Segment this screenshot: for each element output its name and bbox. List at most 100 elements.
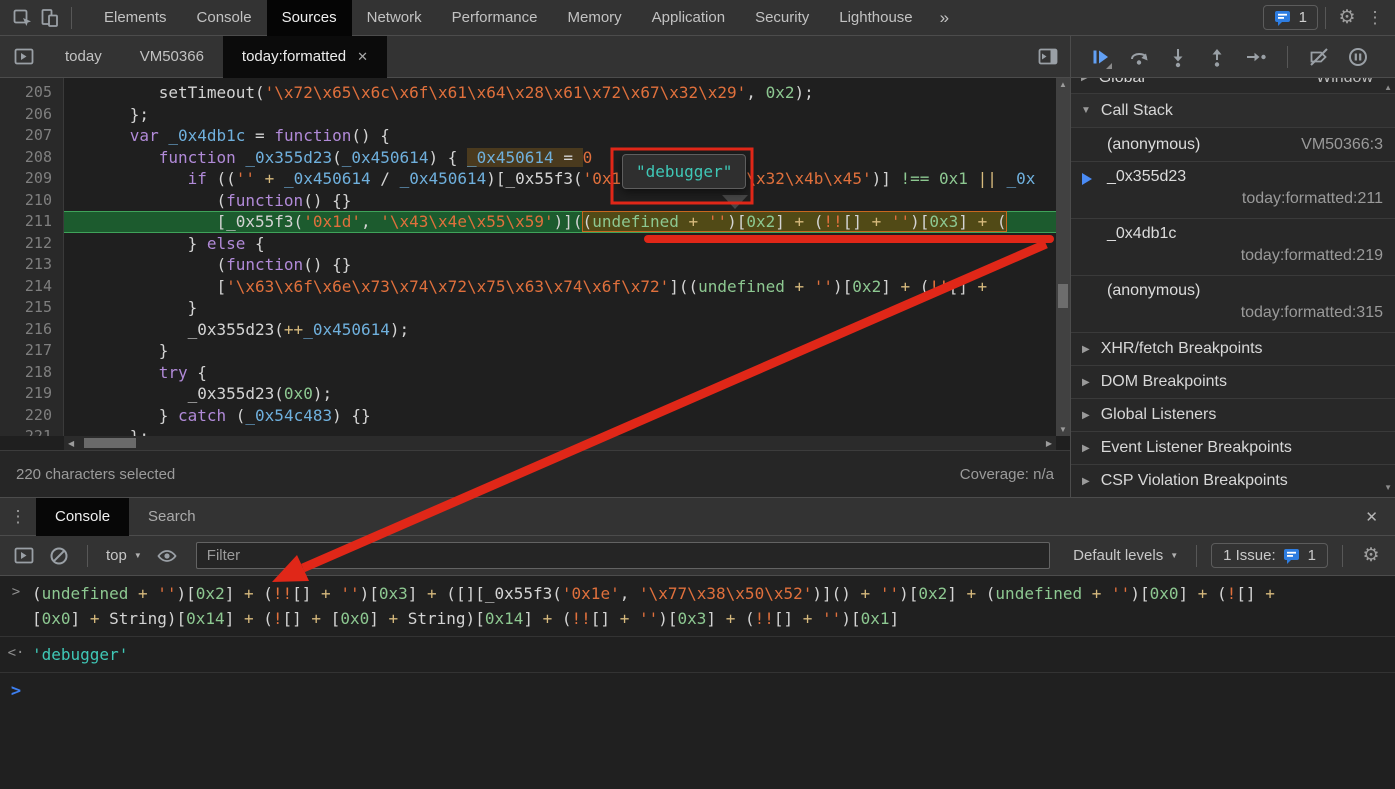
- code-line-210: 210 (function() {}: [0, 190, 1056, 212]
- line-content[interactable]: };: [64, 104, 1056, 126]
- tab-memory[interactable]: Memory: [553, 0, 637, 36]
- file-tab-today-formatted[interactable]: today:formatted✕: [223, 36, 387, 78]
- line-content[interactable]: try {: [64, 362, 1056, 384]
- pause-on-exceptions-button[interactable]: [1343, 42, 1373, 72]
- callstack-frame[interactable]: (anonymous)today:formatted:315: [1071, 276, 1395, 333]
- issues-badge[interactable]: 1: [1263, 5, 1318, 30]
- scroll-right-icon[interactable]: ▶: [1046, 436, 1052, 450]
- console-prompt[interactable]: >: [0, 673, 1395, 706]
- line-content[interactable]: [_0x55f3('0x1d', '\x43\x4e\x55\x59')]((u…: [64, 211, 1056, 233]
- console-context-selector[interactable]: top ▼: [102, 547, 146, 564]
- vertical-scroll-thumb[interactable]: [1058, 284, 1068, 308]
- line-number[interactable]: 208: [0, 147, 64, 169]
- log-levels-selector[interactable]: Default levels ▼: [1069, 547, 1182, 564]
- line-number[interactable]: 215: [0, 297, 64, 319]
- line-number[interactable]: 209: [0, 168, 64, 190]
- tab-sources[interactable]: Sources: [267, 0, 352, 36]
- line-number[interactable]: 220: [0, 405, 64, 427]
- code-editor[interactable]: 205 setTimeout('\x72\x65\x6c\x6f\x61\x64…: [0, 78, 1070, 450]
- sidebar-section-global-listeners[interactable]: ▶Global Listeners: [1071, 399, 1395, 432]
- console-settings-gear-icon[interactable]: ⚙: [1357, 542, 1385, 570]
- line-content[interactable]: function _0x355d23(_0x450614) { _0x45061…: [64, 147, 1056, 169]
- issues-counter[interactable]: 1 Issue: 1: [1211, 543, 1328, 568]
- resume-script-button[interactable]: [1085, 42, 1115, 72]
- file-tab-vm50366[interactable]: VM50366: [121, 36, 223, 78]
- show-navigator-icon[interactable]: [10, 43, 38, 71]
- sidebar-section-event-listener-breakpoints[interactable]: ▶Event Listener Breakpoints: [1071, 432, 1395, 465]
- scroll-up-icon[interactable]: ▲: [1384, 83, 1392, 92]
- sidebar-section-csp-violation-breakpoints[interactable]: ▶CSP Violation Breakpoints: [1071, 465, 1395, 497]
- settings-gear-icon[interactable]: ⚙: [1333, 4, 1361, 32]
- tab-security[interactable]: Security: [740, 0, 824, 36]
- more-panels-icon[interactable]: »: [928, 8, 961, 28]
- scroll-down-icon[interactable]: ▼: [1384, 483, 1392, 492]
- scroll-up-icon[interactable]: ▲: [1056, 80, 1070, 89]
- console-filter-input[interactable]: [196, 542, 1050, 569]
- callstack-frame[interactable]: _0x355d23today:formatted:211: [1071, 162, 1395, 219]
- line-number[interactable]: 212: [0, 233, 64, 255]
- call-stack-header[interactable]: ▼ Call Stack: [1071, 94, 1395, 128]
- inspect-element-icon[interactable]: [8, 4, 36, 32]
- tab-elements[interactable]: Elements: [89, 0, 182, 36]
- scroll-left-icon[interactable]: ◀: [68, 436, 74, 450]
- line-content[interactable]: if (('' + _0x450614 / _0x450614)[_0x55f3…: [64, 168, 1056, 190]
- line-number[interactable]: 221: [0, 426, 64, 436]
- sidebar-section-dom-breakpoints[interactable]: ▶DOM Breakpoints: [1071, 366, 1395, 399]
- line-number[interactable]: 214: [0, 276, 64, 298]
- drawer-menu-icon[interactable]: ⋮: [0, 507, 36, 527]
- step-button[interactable]: [1241, 42, 1271, 72]
- line-number[interactable]: 213: [0, 254, 64, 276]
- line-content[interactable]: }: [64, 297, 1056, 319]
- line-content[interactable]: } catch (_0x54c483) {}: [64, 405, 1056, 427]
- line-number[interactable]: 205: [0, 82, 64, 104]
- editor-horizontal-scrollbar[interactable]: ◀ ▶: [64, 436, 1056, 450]
- callstack-frame[interactable]: _0x4db1ctoday:formatted:219: [1071, 219, 1395, 276]
- line-number[interactable]: 217: [0, 340, 64, 362]
- line-content[interactable]: setTimeout('\x72\x65\x6c\x6f\x61\x64\x28…: [64, 82, 1056, 104]
- line-number[interactable]: 219: [0, 383, 64, 405]
- tab-network[interactable]: Network: [352, 0, 437, 36]
- scroll-down-icon[interactable]: ▼: [1056, 425, 1070, 434]
- line-content[interactable]: ['\x63\x6f\x6e\x73\x74\x72\x75\x63\x74\x…: [64, 276, 1056, 298]
- close-drawer-icon[interactable]: ✕: [1348, 508, 1395, 526]
- line-number[interactable]: 210: [0, 190, 64, 212]
- line-number[interactable]: 216: [0, 319, 64, 341]
- drawer-tab-search[interactable]: Search: [129, 498, 215, 536]
- line-content[interactable]: var _0x4db1c = function() {: [64, 125, 1056, 147]
- editor-vertical-scrollbar[interactable]: ▲ ▼: [1056, 78, 1070, 436]
- device-toolbar-icon[interactable]: [36, 4, 64, 32]
- line-content[interactable]: _0x355d23(++_0x450614);: [64, 319, 1056, 341]
- tab-console[interactable]: Console: [182, 0, 267, 36]
- step-into-button[interactable]: [1163, 42, 1193, 72]
- line-content[interactable]: };: [64, 426, 1056, 436]
- line-number[interactable]: 206: [0, 104, 64, 126]
- scope-row[interactable]: ▶ Global Window: [1071, 78, 1395, 94]
- tab-lighthouse[interactable]: Lighthouse: [824, 0, 927, 36]
- line-number[interactable]: 207: [0, 125, 64, 147]
- line-content[interactable]: }: [64, 340, 1056, 362]
- close-tab-icon[interactable]: ✕: [357, 49, 368, 65]
- tab-performance[interactable]: Performance: [437, 0, 553, 36]
- context-label: top: [106, 547, 127, 564]
- step-over-button[interactable]: [1124, 42, 1154, 72]
- sidebar-section-xhr-fetch-breakpoints[interactable]: ▶XHR/fetch Breakpoints: [1071, 333, 1395, 366]
- line-number[interactable]: 211: [0, 211, 64, 233]
- tab-application[interactable]: Application: [637, 0, 740, 36]
- main-menu-icon[interactable]: ⋮: [1361, 4, 1389, 32]
- toggle-debugger-sidebar-icon[interactable]: [1034, 43, 1062, 71]
- drawer-tab-console[interactable]: Console: [36, 498, 129, 536]
- live-expression-eye-icon[interactable]: [153, 542, 181, 570]
- deactivate-breakpoints-button[interactable]: [1304, 42, 1334, 72]
- debugger-controls: [1070, 36, 1395, 77]
- line-number[interactable]: 218: [0, 362, 64, 384]
- line-content[interactable]: _0x355d23(0x0);: [64, 383, 1056, 405]
- line-content[interactable]: (function() {}: [64, 254, 1056, 276]
- show-console-sidebar-icon[interactable]: [10, 542, 38, 570]
- line-content[interactable]: (function() {}: [64, 190, 1056, 212]
- file-tab-today[interactable]: today: [46, 36, 121, 78]
- step-out-button[interactable]: [1202, 42, 1232, 72]
- callstack-frame[interactable]: (anonymous)VM50366:3: [1071, 128, 1395, 162]
- clear-console-icon[interactable]: [45, 542, 73, 570]
- line-content[interactable]: } else {: [64, 233, 1056, 255]
- horizontal-scroll-thumb[interactable]: [84, 438, 136, 448]
